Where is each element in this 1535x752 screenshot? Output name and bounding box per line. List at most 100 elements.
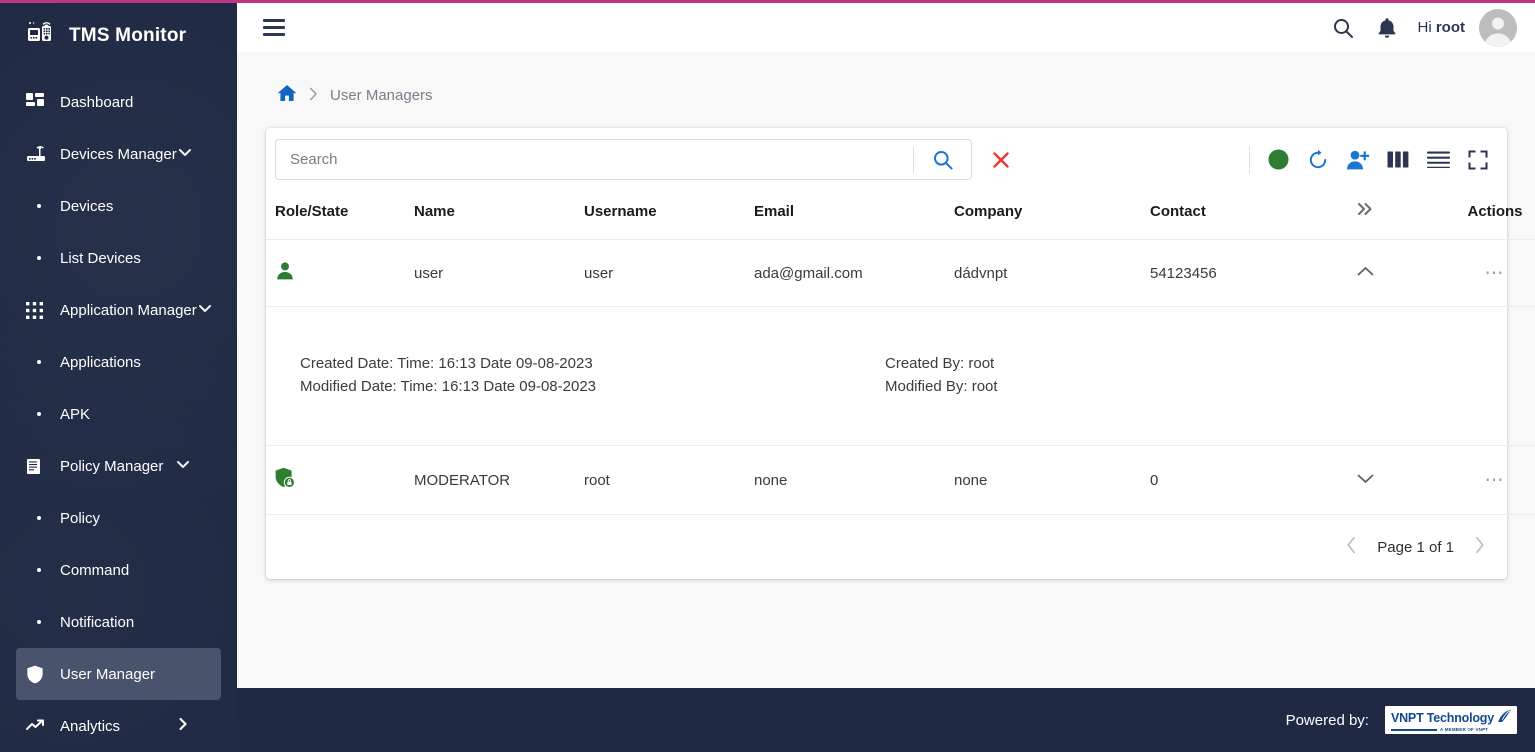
greeting-username: root [1435,19,1465,36]
clear-search-button[interactable] [984,143,1018,177]
cell-contact: 54123456 [1150,239,1310,307]
chevron-down-icon [197,300,213,320]
vnpt-logo-subtext: A MEMBER OF VNPT [1439,726,1489,732]
sidebar-item-application-manager[interactable]: Application Manager [0,284,237,336]
column-header-expand-more-icon[interactable] [1310,191,1420,240]
bullet-icon [26,204,52,208]
sidebar-item-dashboard[interactable]: Dashboard [0,76,237,128]
sidebar-item-label: Analytics [60,717,121,735]
search-submit-button[interactable] [914,140,971,179]
avatar[interactable] [1479,8,1517,47]
sidebar-item-label: Dashboard [60,93,134,111]
row-collapse-button[interactable] [1310,239,1420,307]
greeting-label: Hi root [1417,19,1465,36]
top-accent-bar [0,0,1535,3]
cell-username: root [584,445,754,515]
detail-created-by: Created By: root [885,355,995,372]
trending-up-icon [26,719,52,733]
search-box [275,139,972,180]
row-actions-button[interactable]: ⋯ [1420,445,1535,515]
vnpt-logo-sub-row: A MEMBER OF VNPT [1390,726,1512,733]
sidebar-item-analytics[interactable]: Analytics [0,700,237,752]
cell-role-state [266,445,414,515]
policy-list-icon [26,458,52,475]
detail-left-column: Created Date: Time: 16:13 Date 09-08-202… [300,352,885,398]
users-table: Role/State Name Username Email Company C… [266,191,1535,515]
table-row[interactable]: MODERATOR root none none 0 ⋯ [266,445,1535,515]
brand[interactable]: TMS Monitor [0,0,237,72]
column-header-username[interactable]: Username [584,191,754,240]
detail-modified-by: Modified By: root [885,378,998,395]
row-actions-button[interactable]: ⋯ [1420,239,1535,307]
bell-icon[interactable] [1365,6,1409,50]
more-horizontal-icon[interactable]: ⋯ [1485,470,1506,491]
apps-grid-icon [26,301,52,319]
status-indicator[interactable] [1258,140,1298,180]
list-view-button[interactable] [1418,140,1458,180]
page-footer: Powered by: VNPT Technology A MEMBER OF … [237,688,1535,752]
pagination-label: Page 1 of 1 [1377,538,1454,556]
router-icon [26,145,52,163]
table-toolbar [266,128,1507,191]
vnpt-rule [1390,729,1437,731]
column-header-actions[interactable]: Actions [1420,191,1535,240]
row-expand-button[interactable] [1310,445,1420,515]
table-row[interactable]: user user ada@gmail.com dádvnpt 54123456… [266,239,1535,307]
chevron-left-icon[interactable] [1346,536,1357,558]
sidebar-item-devices-manager[interactable]: Devices Manager [0,128,237,180]
search-icon[interactable] [1321,6,1365,50]
home-icon[interactable] [277,84,297,106]
column-header-company[interactable]: Company [954,191,1150,240]
bullet-icon [26,412,52,416]
sidebar-item-notification[interactable]: Notification [0,596,237,648]
vnpt-logo-main-row: VNPT Technology [1391,709,1512,727]
vnpt-swoosh-icon [1497,709,1512,727]
sidebar-item-list-devices[interactable]: List Devices [0,232,237,284]
hamburger-icon[interactable] [263,19,285,36]
cell-company: none [954,445,1150,515]
columns-button[interactable] [1378,140,1418,180]
sidebar-item-apk[interactable]: APK [0,388,237,440]
breadcrumb-current[interactable]: User Managers [330,87,433,104]
refresh-button[interactable] [1298,140,1338,180]
bullet-icon [26,360,52,364]
table-body: user user ada@gmail.com dádvnpt 54123456… [266,239,1535,515]
sidebar-item-label: APK [60,405,91,423]
sidebar-item-user-manager[interactable]: User Manager [16,648,221,700]
toolbar-divider [1249,145,1250,174]
cell-contact: 0 [1150,445,1310,515]
add-user-button[interactable] [1338,140,1378,180]
column-header-email[interactable]: Email [754,191,954,240]
sidebar-item-label: Devices Manager [60,145,177,163]
column-header-name[interactable]: Name [414,191,584,240]
sidebar-item-policy-manager[interactable]: Policy Manager [0,440,237,492]
detail-created-date: Created Date: Time: 16:13 Date 09-08-202… [300,355,593,372]
sidebar-item-label: Notification [60,613,135,631]
person-user-icon [275,262,295,285]
more-horizontal-icon[interactable]: ⋯ [1485,263,1506,284]
top-header: Hi root [237,3,1535,52]
pagination: Page 1 of 1 [266,515,1507,579]
greeting-prefix: Hi [1417,19,1436,36]
breadcrumb-separator [309,87,318,104]
fullscreen-button[interactable] [1458,140,1498,180]
column-header-contact[interactable]: Contact [1150,191,1310,240]
sidebar-item-label: User Manager [60,665,156,683]
cell-email: ada@gmail.com [754,239,954,307]
application-root: TMS Monitor Dashboard Devices Manager De… [0,0,1535,752]
sidebar-item-applications[interactable]: Applications [0,336,237,388]
sidebar-item-policy[interactable]: Policy [0,492,237,544]
chevron-right-icon[interactable] [1474,536,1485,558]
cell-name: MODERATOR [414,445,584,515]
sidebar-item-devices[interactable]: Devices [0,180,237,232]
column-header-role-state[interactable]: Role/State [266,191,414,240]
chevron-right-icon [175,716,191,736]
sidebar-item-label: Applications [60,353,141,371]
vnpt-logo-text: VNPT Technology [1390,710,1494,725]
sidebar-item-command[interactable]: Command [0,544,237,596]
shield-icon [26,665,52,684]
tms-logo-icon [26,19,56,54]
brand-title: TMS Monitor [69,25,187,46]
search-input[interactable] [276,140,913,179]
bullet-icon [26,568,52,572]
